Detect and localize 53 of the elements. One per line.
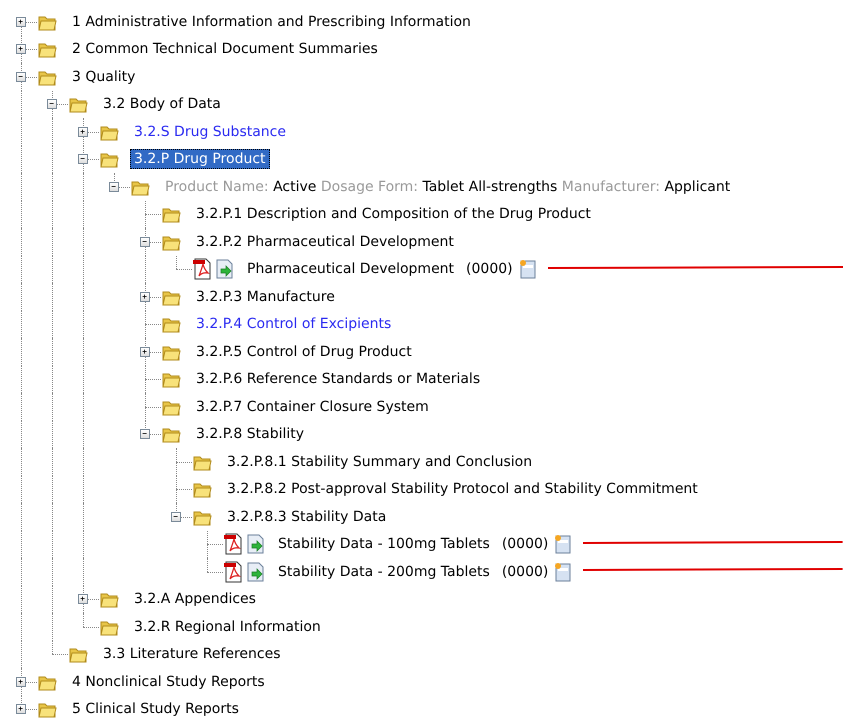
tree-item[interactable]: 3.2.P.8.3 Stability Data — [223, 506, 390, 527]
tree-item[interactable]: 3.2.P.8.2 Post-approval Stability Protocol and Stability Commitment — [223, 479, 702, 500]
document-arrow-icon — [215, 259, 235, 280]
expand-icon[interactable] — [16, 44, 26, 54]
expand-icon[interactable] — [78, 594, 88, 604]
tree-item[interactable]: 3.2.P.7 Container Closure System — [192, 396, 433, 417]
tree-item[interactable]: 3.2.P.2 Pharmaceutical Development — [192, 232, 458, 252]
tree-item[interactable]: Product Name: Active Dosage Form: Tablet All-strengths Manufacturer: Applicant — [161, 176, 734, 197]
pdf-icon — [223, 533, 243, 556]
tree-item[interactable]: 3.2.P.8.1 Stability Summary and Conclusion — [223, 452, 536, 472]
tree-item[interactable]: 3.2.S Drug Substance — [130, 122, 290, 142]
tree-item[interactable]: 2 Common Technical Document Summaries — [68, 39, 382, 60]
tree-item[interactable]: 3.2.R Regional Information — [130, 616, 325, 637]
document-title[interactable]: Stability Data - 200mg Tablets — [274, 562, 494, 582]
pdf-icon — [223, 560, 243, 583]
expand-icon[interactable] — [140, 346, 150, 357]
expand-icon[interactable] — [16, 16, 26, 27]
document-arrow-icon — [246, 562, 266, 582]
tree-item[interactable]: 3.2.A Appendices — [130, 589, 260, 610]
document-arrow-icon — [246, 534, 266, 554]
tree-item[interactable]: 5 Clinical Study Reports — [68, 699, 243, 719]
tree-item[interactable]: 3.2.P.6 Reference Standards or Materials — [192, 369, 484, 390]
collapse-icon[interactable] — [16, 72, 26, 82]
tree-item[interactable]: 4 Nonclinical Study Reports — [68, 672, 269, 692]
tree-item[interactable]: 3.3 Literature References — [99, 644, 285, 664]
document-code: (0000) — [502, 536, 548, 552]
expand-icon[interactable] — [16, 676, 26, 687]
document-code: (0000) — [502, 564, 548, 580]
note-icon — [554, 562, 572, 582]
pdf-icon — [192, 258, 212, 280]
tree-item[interactable]: 3.2.P.5 Control of Drug Product — [192, 342, 416, 362]
tree-item[interactable]: 3.2.P.3 Manufacture — [192, 286, 339, 307]
document-title[interactable]: Stability Data - 100mg Tablets — [274, 534, 494, 554]
note-icon — [518, 259, 537, 280]
collapse-icon[interactable] — [78, 154, 88, 164]
expand-icon[interactable] — [140, 292, 150, 302]
collapse-icon[interactable] — [109, 182, 119, 192]
document-title[interactable]: Pharmaceutical Development — [243, 259, 458, 280]
tree-item[interactable]: 3.2.P.4 Control of Excipients — [192, 314, 396, 334]
expand-icon[interactable] — [16, 704, 26, 714]
tree-item[interactable]: 3.2.P.1 Description and Composition of the Drug Product — [192, 204, 595, 224]
note-icon — [554, 534, 572, 554]
collapse-icon[interactable] — [140, 236, 150, 247]
document-code: (0000) — [466, 261, 513, 278]
collapse-icon[interactable] — [171, 512, 181, 522]
tree-item[interactable]: 3.2.P Drug Product — [130, 149, 270, 170]
expand-icon[interactable] — [78, 126, 88, 137]
tree-item[interactable]: 1 Administrative Information and Prescribing Information — [68, 12, 475, 32]
tree-item[interactable]: 3.2.P.8 Stability — [192, 424, 308, 444]
tree-item[interactable]: 3.2 Body of Data — [99, 94, 225, 114]
tree-item[interactable]: 3 Quality — [68, 66, 140, 87]
collapse-icon[interactable] — [47, 99, 57, 110]
collapse-icon[interactable] — [140, 429, 150, 440]
